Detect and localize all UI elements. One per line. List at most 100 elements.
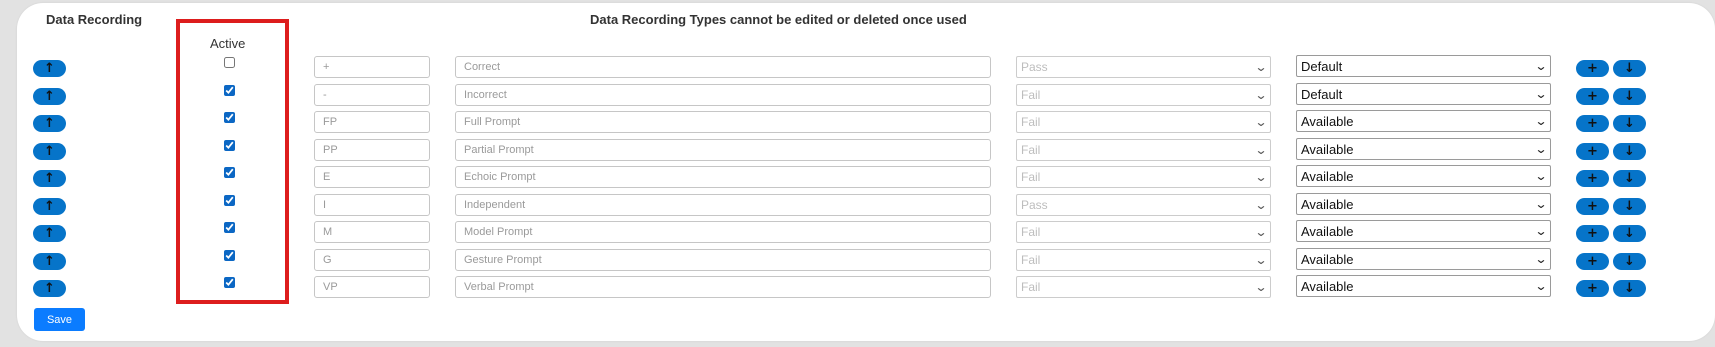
status-select[interactable]: Available ⌄: [1296, 193, 1551, 215]
arrow-up-icon: ↑: [44, 144, 55, 159]
status-select[interactable]: Available ⌄: [1296, 110, 1551, 132]
result-select[interactable]: Fail ⌄: [1016, 111, 1271, 133]
add-row-button[interactable]: +: [1576, 60, 1609, 77]
arrow-down-icon: ↓: [1624, 89, 1635, 104]
add-row-button[interactable]: +: [1576, 280, 1609, 297]
status-select-value: Available: [1301, 278, 1354, 294]
chevron-down-icon: ⌄: [1534, 197, 1548, 211]
move-up-button[interactable]: ↑: [33, 88, 66, 105]
chevron-down-icon: ⌄: [1534, 224, 1548, 238]
add-row-button[interactable]: +: [1576, 170, 1609, 187]
name-input[interactable]: [455, 139, 991, 161]
name-input[interactable]: [455, 221, 991, 243]
add-row-button[interactable]: +: [1576, 115, 1609, 132]
status-select-value: Default: [1301, 58, 1343, 74]
move-up-button[interactable]: ↑: [33, 115, 66, 132]
active-checkbox[interactable]: [224, 167, 235, 178]
arrow-up-icon: ↑: [44, 254, 55, 269]
code-input[interactable]: [314, 249, 430, 271]
add-row-button[interactable]: +: [1576, 88, 1609, 105]
edit-notice: Data Recording Types cannot be edited or…: [590, 12, 967, 27]
move-down-button[interactable]: ↓: [1613, 280, 1646, 297]
move-up-button[interactable]: ↑: [33, 198, 66, 215]
move-up-button[interactable]: ↑: [33, 170, 66, 187]
chevron-down-icon: ⌄: [1534, 169, 1548, 183]
active-checkbox[interactable]: [224, 140, 235, 151]
chevron-down-icon: ⌄: [1534, 59, 1548, 73]
result-select[interactable]: Fail ⌄: [1016, 276, 1271, 298]
status-select[interactable]: Default ⌄: [1296, 83, 1551, 105]
move-up-button[interactable]: ↑: [33, 60, 66, 77]
active-checkbox[interactable]: [224, 85, 235, 96]
code-input[interactable]: [314, 194, 430, 216]
result-select[interactable]: Pass ⌄: [1016, 194, 1271, 216]
active-checkbox[interactable]: [224, 222, 235, 233]
arrow-up-icon: ↑: [44, 226, 55, 241]
move-down-button[interactable]: ↓: [1613, 115, 1646, 132]
move-down-button[interactable]: ↓: [1613, 170, 1646, 187]
result-select[interactable]: Fail ⌄: [1016, 249, 1271, 271]
status-select[interactable]: Available ⌄: [1296, 165, 1551, 187]
move-down-button[interactable]: ↓: [1613, 225, 1646, 242]
name-input[interactable]: [455, 111, 991, 133]
code-input[interactable]: [314, 56, 430, 78]
active-checkbox[interactable]: [224, 195, 235, 206]
add-row-button[interactable]: +: [1576, 198, 1609, 215]
result-select[interactable]: Fail ⌄: [1016, 84, 1271, 106]
move-down-button[interactable]: ↓: [1613, 88, 1646, 105]
add-row-button[interactable]: +: [1576, 225, 1609, 242]
save-button[interactable]: Save: [34, 308, 85, 331]
recording-type-row: ↑ Fail ⌄ Available ⌄ + ↓: [0, 109, 1715, 133]
move-down-button[interactable]: ↓: [1613, 143, 1646, 160]
add-row-button[interactable]: +: [1576, 143, 1609, 160]
status-select-value: Default: [1301, 86, 1343, 102]
chevron-down-icon: ⌄: [1534, 279, 1548, 293]
arrow-down-icon: ↓: [1624, 61, 1635, 76]
code-input[interactable]: [314, 276, 430, 298]
arrow-up-icon: ↑: [44, 171, 55, 186]
move-up-button[interactable]: ↑: [33, 280, 66, 297]
status-select[interactable]: Available ⌄: [1296, 275, 1551, 297]
arrow-down-icon: ↓: [1624, 171, 1635, 186]
code-input[interactable]: [314, 166, 430, 188]
recording-type-row: ↑ Fail ⌄ Default ⌄ + ↓: [0, 82, 1715, 106]
arrow-up-icon: ↑: [44, 116, 55, 131]
move-up-button[interactable]: ↑: [33, 225, 66, 242]
name-input[interactable]: [455, 276, 991, 298]
active-checkbox[interactable]: [224, 57, 235, 68]
result-select[interactable]: Fail ⌄: [1016, 139, 1271, 161]
result-select-value: Fail: [1021, 88, 1041, 102]
active-checkbox[interactable]: [224, 250, 235, 261]
status-select-value: Available: [1301, 196, 1354, 212]
result-select[interactable]: Fail ⌄: [1016, 221, 1271, 243]
recording-type-row: ↑ Pass ⌄ Available ⌄ + ↓: [0, 192, 1715, 216]
name-input[interactable]: [455, 56, 991, 78]
status-select[interactable]: Default ⌄: [1296, 55, 1551, 77]
plus-icon: +: [1587, 281, 1598, 296]
chevron-down-icon: ⌄: [1254, 225, 1268, 239]
name-input[interactable]: [455, 166, 991, 188]
name-input[interactable]: [455, 194, 991, 216]
code-input[interactable]: [314, 221, 430, 243]
status-select[interactable]: Available ⌄: [1296, 248, 1551, 270]
move-down-button[interactable]: ↓: [1613, 60, 1646, 77]
add-row-button[interactable]: +: [1576, 253, 1609, 270]
name-input[interactable]: [455, 249, 991, 271]
section-title: Data Recording: [46, 12, 143, 27]
move-up-button[interactable]: ↑: [33, 143, 66, 160]
code-input[interactable]: [314, 139, 430, 161]
move-down-button[interactable]: ↓: [1613, 198, 1646, 215]
active-checkbox[interactable]: [224, 277, 235, 288]
name-input[interactable]: [455, 84, 991, 106]
move-up-button[interactable]: ↑: [33, 253, 66, 270]
result-select[interactable]: Fail ⌄: [1016, 166, 1271, 188]
code-input[interactable]: [314, 84, 430, 106]
code-input[interactable]: [314, 111, 430, 133]
active-checkbox[interactable]: [224, 112, 235, 123]
result-select[interactable]: Pass ⌄: [1016, 56, 1271, 78]
status-select[interactable]: Available ⌄: [1296, 220, 1551, 242]
arrow-up-icon: ↑: [44, 89, 55, 104]
result-select-value: Fail: [1021, 253, 1041, 267]
move-down-button[interactable]: ↓: [1613, 253, 1646, 270]
status-select[interactable]: Available ⌄: [1296, 138, 1551, 160]
